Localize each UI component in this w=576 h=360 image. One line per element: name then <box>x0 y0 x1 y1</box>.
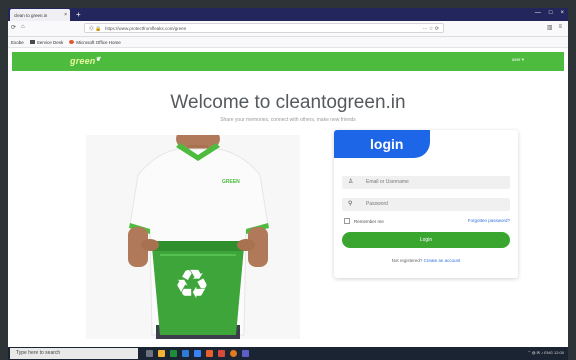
minimize-icon[interactable]: — <box>535 10 541 16</box>
password-placeholder: Password <box>366 201 388 207</box>
create-account-link[interactable]: Create an account <box>424 258 461 263</box>
window-controls: — □ × <box>535 10 564 16</box>
site-navbar: green❦ user ▾ <box>12 52 564 71</box>
bookmark-label: Service Desk <box>36 39 64 45</box>
task-view-icon[interactable] <box>146 350 153 357</box>
email-placeholder: Email or Username <box>366 179 409 185</box>
bookmark-office[interactable]: Microsoft Office Home <box>69 39 121 45</box>
library-icon[interactable]: ▥ <box>547 24 553 31</box>
toolbar-right: ▥ ≡ <box>547 24 562 31</box>
home-icon[interactable]: ⌂ <box>21 24 25 31</box>
shirt-logo: GREEN <box>222 179 240 185</box>
login-heading: login <box>334 130 430 158</box>
site-logo[interactable]: green❦ <box>70 56 101 66</box>
url-text: https://www.protectfromfleaks.com/green <box>105 26 187 31</box>
remember-me[interactable]: Remember me <box>344 218 384 224</box>
password-field[interactable]: ⚲ Password <box>342 198 510 211</box>
man-with-recycle-bin-illustration <box>86 135 300 339</box>
bookmark-label: Microsoft Office Home <box>76 39 121 45</box>
firefox-icon[interactable] <box>230 350 237 357</box>
register-prefix: Not registered? <box>391 258 423 263</box>
hero-image: GREEN ♻ <box>86 135 300 339</box>
lock-icon: ⓪ 🔒 <box>89 26 102 32</box>
remember-checkbox[interactable] <box>344 218 350 224</box>
office-icon <box>69 40 75 45</box>
nav-buttons: ⟳ ⌂ <box>11 24 25 31</box>
logo-text: green <box>70 56 96 66</box>
user-icon: ♙ <box>348 179 354 185</box>
browser-tab[interactable]: clean to green.in × <box>10 9 70 21</box>
windows-taskbar: Type here to search ⌃ ◍ ✉ ♪ ENG 12:00 <box>8 347 568 360</box>
address-bar[interactable]: ⓪ 🔒 https://www.protectfromfleaks.com/gr… <box>84 23 444 33</box>
browser-window: clean to green.in × + — □ × ⟳ ⌂ ⓪ 🔒 http… <box>8 8 568 360</box>
bookmark-service-desk[interactable]: Service Desk <box>29 39 64 45</box>
maximize-icon[interactable]: □ <box>549 10 553 16</box>
powerpoint-icon[interactable] <box>206 350 213 357</box>
bookmarks-bar: Exobe Service Desk Microsoft Office Home <box>8 37 568 48</box>
tab-title: clean to green.in <box>14 12 48 18</box>
page-title: Welcome to cleantogreen.in <box>170 92 406 113</box>
page-tagline: Share your memories, connect with others… <box>220 117 356 123</box>
remember-label: Remember me <box>354 218 384 224</box>
address-bar-actions-icon[interactable]: ··· ☆ ⟳ <box>423 24 439 34</box>
system-tray[interactable]: ⌃ ◍ ✉ ♪ ENG 12:00 <box>528 350 564 355</box>
file-explorer-icon[interactable] <box>158 350 165 357</box>
taskbar-search-input[interactable]: Type here to search <box>10 348 138 359</box>
menu-icon[interactable]: ≡ <box>558 24 562 31</box>
edge-icon[interactable] <box>182 350 189 357</box>
tab-bar: clean to green.in × + — □ × <box>8 8 568 21</box>
excel-icon[interactable] <box>170 350 177 357</box>
bookmark-exobe[interactable]: Exobe <box>11 40 24 45</box>
close-window-icon[interactable]: × <box>560 10 564 16</box>
recycle-icon: ♻ <box>174 263 210 307</box>
tab-close-icon[interactable]: × <box>64 12 67 18</box>
outlook-icon[interactable] <box>194 350 201 357</box>
reload-icon[interactable]: ⟳ <box>11 24 16 31</box>
key-icon: ⚲ <box>348 201 353 207</box>
leaf-icon: ❦ <box>95 57 101 63</box>
register-prompt: Not registered? Create an account <box>334 258 518 263</box>
chrome-icon[interactable] <box>218 350 225 357</box>
new-tab-button[interactable]: + <box>76 9 81 20</box>
login-button[interactable]: Login <box>342 232 510 248</box>
user-menu[interactable]: user ▾ <box>512 57 524 63</box>
folder-icon <box>29 40 35 45</box>
teams-icon[interactable] <box>242 350 249 357</box>
forgot-password-link[interactable]: Forgotten password? <box>468 218 510 223</box>
browser-toolbar: ⟳ ⌂ ⓪ 🔒 https://www.protectfromfleaks.co… <box>8 21 568 37</box>
email-field[interactable]: ♙ Email or Username <box>342 176 510 189</box>
login-card: login ♙ Email or Username ⚲ Password Rem… <box>334 130 518 278</box>
